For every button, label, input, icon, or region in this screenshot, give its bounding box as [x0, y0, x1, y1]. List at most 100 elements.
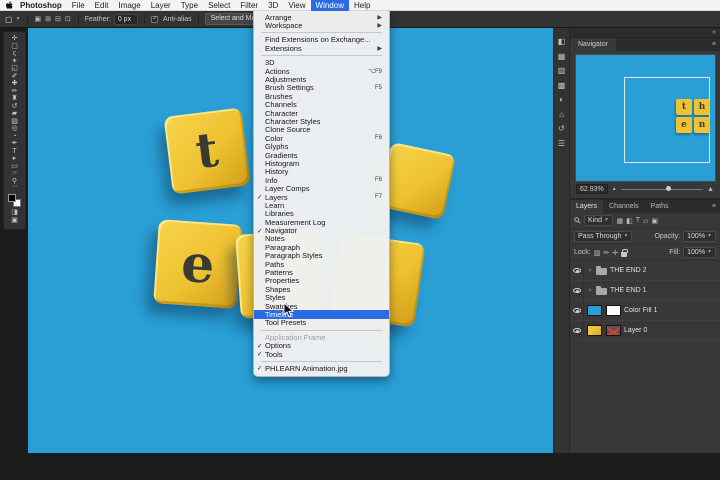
adjustments-panel-icon[interactable]: ◐: [556, 95, 568, 104]
properties-panel-icon[interactable]: ☰: [556, 139, 568, 148]
fill-dropdown[interactable]: 100% ▼: [683, 247, 716, 258]
tab-layers[interactable]: Layers: [570, 200, 604, 213]
visibility-toggle[interactable]: [570, 281, 584, 300]
path-selection-tool[interactable]: ▸: [4, 155, 25, 163]
menubar-item-window[interactable]: Window: [310, 0, 349, 11]
eyedropper-tool[interactable]: ✐: [4, 73, 25, 81]
brush-tool[interactable]: ✏: [4, 88, 25, 96]
zoom-in-icon[interactable]: ▲: [707, 186, 714, 193]
history-brush-tool[interactable]: ↺: [4, 103, 25, 111]
hand-tool[interactable]: ☞: [4, 170, 25, 178]
spot-healing-brush-tool[interactable]: ✚: [4, 80, 25, 88]
patterns-panel-icon[interactable]: ▩: [556, 81, 568, 90]
blur-tool[interactable]: ◎: [4, 125, 25, 133]
crop-tool[interactable]: ◱: [4, 65, 25, 73]
menubar-item-filter[interactable]: Filter: [235, 0, 263, 11]
gradient-tool[interactable]: ▨: [4, 118, 25, 126]
tool-preset-chevron-icon[interactable]: ▼: [16, 16, 21, 22]
pixel-layers-filter-icon[interactable]: ▦: [616, 217, 624, 225]
layer-row-the-end-1[interactable]: › THE END 1: [570, 281, 720, 301]
zoom-slider-thumb[interactable]: [666, 186, 671, 191]
type-layers-filter-icon[interactable]: T: [635, 217, 640, 225]
tab-paths[interactable]: Paths: [645, 200, 675, 213]
foreground-color-swatch[interactable]: [8, 194, 16, 202]
filter-kind-dropdown[interactable]: Kind ▼: [584, 215, 613, 226]
menubar-item-photoshop[interactable]: Photoshop: [15, 0, 67, 11]
menu-item-tool-presets[interactable]: Tool Presets: [254, 318, 389, 327]
dodge-tool[interactable]: ◔: [4, 133, 25, 141]
menu-item-extensions[interactable]: Extensions ▶: [254, 44, 389, 53]
menubar-item-file[interactable]: File: [67, 0, 90, 11]
anti-alias-checkbox[interactable]: [150, 15, 158, 23]
menubar-item-help[interactable]: Help: [349, 0, 375, 11]
screen-mode-icon[interactable]: ▣: [4, 217, 25, 225]
magic-wand-tool[interactable]: ✶: [4, 58, 25, 66]
menubar-item-3d[interactable]: 3D: [263, 0, 283, 11]
menu-item-tools[interactable]: ✓ Tools: [254, 350, 389, 359]
layer-row-color-fill-1[interactable]: Color Fill 1: [570, 301, 720, 321]
lock-position-icon[interactable]: ✛: [612, 249, 618, 257]
smart-objects-filter-icon[interactable]: ▣: [651, 217, 659, 225]
collapse-panels-icon[interactable]: «: [712, 29, 716, 36]
new-selection-icon[interactable]: ▣: [34, 15, 43, 23]
navigator-zoom-slider[interactable]: [620, 186, 704, 191]
eraser-tool[interactable]: ▰: [4, 110, 25, 118]
menu-item-phlearn-animation-jpg[interactable]: ✓ PHLEARN Animation.jpg: [254, 364, 389, 373]
clone-stamp-tool[interactable]: ♜: [4, 95, 25, 103]
panel-menu-icon[interactable]: ≡: [708, 41, 720, 48]
visibility-toggle[interactable]: [570, 321, 584, 340]
zoom-out-icon[interactable]: ▲: [612, 186, 617, 192]
feather-input[interactable]: 0 px: [113, 13, 138, 25]
gradients-panel-icon[interactable]: ▧: [556, 66, 568, 75]
apple-menu-icon[interactable]: [3, 0, 15, 11]
rectangular-marquee-tool[interactable]: ▢: [4, 43, 25, 51]
navigator-zoom-value[interactable]: 62.93%: [576, 184, 608, 194]
edit-toolbar-icon[interactable]: ⋯: [12, 184, 18, 191]
blend-mode-dropdown[interactable]: Pass Through ▼: [574, 231, 633, 242]
tab-channels[interactable]: Channels: [603, 200, 645, 213]
add-to-selection-icon[interactable]: ⊞: [44, 15, 52, 23]
group-expand-arrow-icon[interactable]: ›: [587, 267, 593, 274]
color-panel-icon[interactable]: ◧: [556, 37, 568, 46]
menu-item-shortcut: F8: [374, 177, 382, 184]
subtract-from-selection-icon[interactable]: ⊟: [54, 15, 62, 23]
menubar-item-view[interactable]: View: [283, 0, 310, 11]
lock-transparent-pixels-icon[interactable]: ▨: [594, 249, 601, 257]
group-expand-arrow-icon[interactable]: ›: [587, 287, 593, 294]
menubar-item-select[interactable]: Select: [203, 0, 235, 11]
color-swatches[interactable]: [8, 194, 21, 207]
menubar-item-type[interactable]: Type: [176, 0, 203, 11]
visibility-toggle[interactable]: [570, 301, 584, 320]
layer-row-the-end-2[interactable]: › THE END 2: [570, 261, 720, 281]
menubar-item-layer[interactable]: Layer: [146, 0, 176, 11]
lasso-tool[interactable]: ς: [4, 50, 25, 58]
visibility-toggle[interactable]: [570, 261, 584, 280]
adjustment-layers-filter-icon[interactable]: ◧: [626, 217, 634, 225]
menu-separator: [261, 55, 382, 57]
menubar-item-edit[interactable]: Edit: [90, 0, 114, 11]
navigator-thumbnail[interactable]: then: [575, 54, 716, 182]
panel-menu-icon[interactable]: ≡: [708, 203, 720, 210]
pen-tool[interactable]: ✒: [4, 140, 25, 148]
rectangle-tool[interactable]: ▭: [4, 163, 25, 171]
layer-filter-icons: ▦ ◧ T ▱ ▣: [616, 217, 659, 225]
type-tool[interactable]: T: [4, 148, 25, 156]
layer-name: THE END 1: [610, 287, 647, 294]
menubar-item-image[interactable]: Image: [113, 0, 145, 11]
layer-row-layer-0[interactable]: Layer 0: [570, 321, 720, 341]
navigator-panel-header: Navigator ≡: [570, 38, 720, 51]
shape-layers-filter-icon[interactable]: ▱: [643, 217, 649, 225]
menu-item-workspace[interactable]: Workspace ▶: [254, 21, 389, 30]
quick-mask-icon[interactable]: ◨: [4, 209, 25, 217]
intersect-selection-icon[interactable]: ⊡: [64, 15, 72, 23]
lock-all-icon[interactable]: [621, 248, 629, 257]
scrabble-tile-e: e: [153, 219, 243, 309]
libraries-panel-icon[interactable]: ⌂: [556, 110, 568, 119]
tool-preset-icon[interactable]: ▢: [5, 15, 13, 24]
swatches-panel-icon[interactable]: ▦: [556, 52, 568, 61]
opacity-dropdown[interactable]: 100% ▼: [683, 231, 716, 242]
lock-image-pixels-icon[interactable]: ✏: [603, 249, 609, 257]
tab-navigator[interactable]: Navigator: [570, 38, 616, 51]
history-panel-icon[interactable]: ↺: [556, 124, 568, 133]
move-tool[interactable]: ✛: [4, 35, 25, 43]
